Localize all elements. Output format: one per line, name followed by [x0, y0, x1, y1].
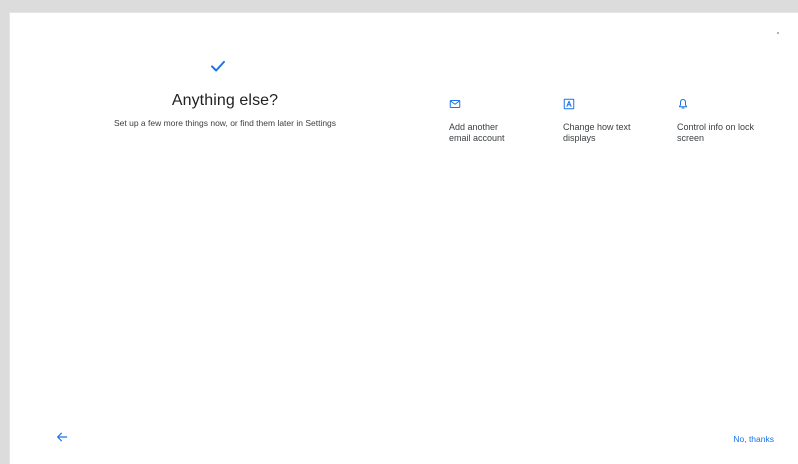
option-lock-screen-info[interactable]: Control info on lock screen	[677, 98, 777, 143]
option-label: Control info on lock screen	[677, 122, 755, 143]
bell-icon	[679, 99, 687, 109]
back-arrow-icon[interactable]	[55, 430, 69, 444]
text-display-icon	[563, 98, 575, 110]
option-add-email-account[interactable]: Add another email account	[449, 98, 549, 143]
option-label: Add another email account	[449, 122, 505, 143]
page-title: Anything else?	[171, 92, 279, 109]
setup-screen: Anything else? Set up a few more things …	[9, 12, 798, 464]
status-indicator	[777, 32, 779, 34]
email-icon	[449, 100, 461, 108]
check-icon	[211, 60, 225, 72]
page-subtitle: Set up a few more things now, or find th…	[113, 118, 337, 128]
no-thanks-button[interactable]: No, thanks	[733, 434, 774, 444]
option-text-display[interactable]: Change how text displays	[563, 98, 663, 143]
option-label: Change how text displays	[563, 122, 631, 143]
